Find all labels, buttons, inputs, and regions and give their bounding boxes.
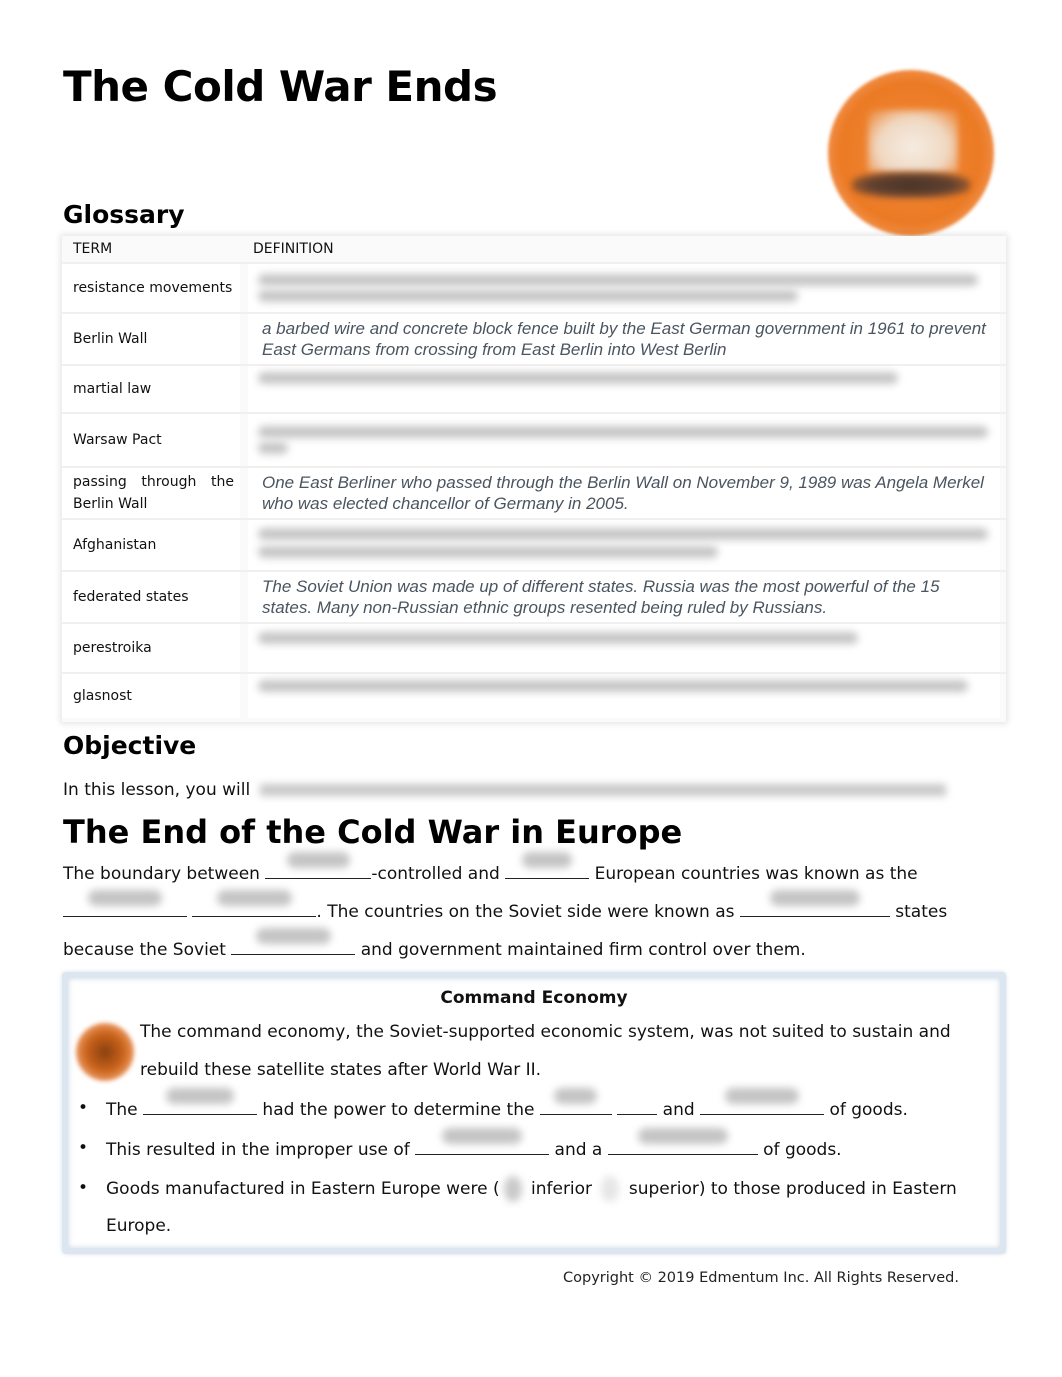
bullet-item-continuation: Europe. [106, 1216, 172, 1236]
text: . The countries on the Soviet side were … [316, 902, 740, 922]
column-header-definition: DEFINITION [253, 241, 334, 257]
bullet-icon: • [78, 1178, 89, 1198]
glossary-definition: The Soviet Union was made up of differen… [248, 572, 1000, 622]
glossary-header-row: TERM DEFINITION [62, 236, 1006, 260]
bullet-icon: • [78, 1138, 89, 1158]
glossary-row: martial law [62, 364, 1006, 412]
text: superior) to those produced in Eastern [623, 1179, 957, 1199]
glossary-row: Afghanistan [62, 518, 1006, 570]
bullet-icon: • [78, 1098, 89, 1118]
glossary-definition-obscured [248, 624, 1000, 672]
ship-logo-icon [828, 70, 994, 236]
text: and [657, 1100, 701, 1120]
glossary-definition: One East Berliner who passed through the… [248, 468, 1000, 518]
command-economy-box: Command Economy The command economy, the… [62, 972, 1006, 1254]
answer-blank[interactable] [607, 1128, 758, 1155]
answer-blank[interactable] [231, 928, 356, 955]
answer-blank[interactable] [505, 852, 590, 879]
bullet-item: This resulted in the improper use of and… [106, 1128, 842, 1160]
glossary-term: martial law [62, 366, 240, 412]
glossary-row: passing through the Berlin Wall One East… [62, 466, 1006, 518]
glossary-definition-obscured [248, 414, 1000, 466]
glossary-table: TERM DEFINITION resistance movements Ber… [62, 236, 1006, 722]
glossary-definition-obscured [248, 264, 1000, 312]
answer-blank[interactable] [617, 1098, 658, 1115]
glossary-heading: Glossary [63, 200, 185, 229]
glossary-term: glasnost [62, 674, 240, 718]
logo-hull [852, 172, 970, 198]
column-header-term: TERM [73, 241, 113, 257]
glossary-row: resistance movements [62, 262, 1006, 312]
text: inferior [525, 1179, 598, 1199]
glossary-definition-obscured [248, 520, 1000, 570]
text: of goods. [757, 1140, 842, 1160]
glossary-row: Warsaw Pact [62, 412, 1006, 466]
text: This resulted in the improper use of [106, 1140, 416, 1160]
answer-blank[interactable] [63, 890, 187, 917]
text: The boundary between [63, 864, 266, 884]
text: of goods. [824, 1100, 908, 1120]
text: European countries was known as the [589, 864, 918, 884]
text: and a [549, 1140, 608, 1160]
glossary-term: resistance movements [62, 264, 240, 312]
text: -controlled and [371, 864, 506, 884]
glossary-definition: a barbed wire and concrete block fence b… [248, 314, 1000, 364]
fill-in-paragraph-line-3: because the Soviet and government mainta… [63, 928, 806, 960]
command-economy-intro: The command economy, the Soviet-supporte… [140, 1022, 951, 1042]
bullet-item: Goods manufactured in Eastern Europe wer… [106, 1178, 957, 1200]
logo-sail [868, 110, 958, 172]
answer-blank[interactable] [265, 852, 372, 879]
answer-blank[interactable] [739, 890, 890, 917]
bullet-item: The had the power to determine the and o… [106, 1088, 908, 1120]
text: states [889, 902, 948, 922]
glossary-term: passing through the Berlin Wall [62, 468, 240, 518]
text: The [106, 1100, 144, 1120]
glossary-term: Berlin Wall [62, 314, 240, 364]
text: had the power to determine the [257, 1100, 540, 1120]
answer-blank[interactable] [192, 890, 317, 917]
copyright-footer: Copyright © 2019 Edmentum Inc. All Right… [563, 1270, 959, 1286]
section-title: The End of the Cold War in Europe [63, 813, 683, 851]
objective-text: In this lesson, you will [63, 780, 251, 800]
glossary-row: glasnost [62, 672, 1006, 718]
answer-blank[interactable] [415, 1128, 550, 1155]
command-economy-title: Command Economy [440, 988, 628, 1008]
fill-in-paragraph-line-2: . The countries on the Soviet side were … [63, 890, 948, 922]
choice-radio-inferior[interactable] [500, 1178, 526, 1200]
objective-heading: Objective [63, 731, 197, 760]
answer-blank[interactable] [539, 1088, 612, 1115]
text: and government maintained firm control o… [355, 940, 806, 960]
glossary-term: federated states [62, 572, 240, 622]
glossary-term: Afghanistan [62, 520, 240, 570]
glossary-term: Warsaw Pact [62, 414, 240, 466]
text: Goods manufactured in Eastern Europe wer… [106, 1179, 500, 1199]
glossary-definition-obscured [248, 366, 1000, 412]
text: because the Soviet [63, 940, 232, 960]
glossary-term: perestroika [62, 624, 240, 672]
glossary-row: perestroika [62, 622, 1006, 672]
answer-blank[interactable] [143, 1088, 258, 1115]
choice-radio-superior[interactable] [597, 1178, 623, 1200]
glossary-row: federated states The Soviet Union was ma… [62, 570, 1006, 622]
answer-blank[interactable] [700, 1088, 825, 1115]
command-economy-intro: rebuild these satellite states after Wor… [140, 1060, 542, 1080]
glossary-definition-obscured [248, 674, 1000, 718]
glossary-row: Berlin Wall a barbed wire and concrete b… [62, 312, 1006, 364]
objective-obscured-text [260, 784, 946, 796]
page-title: The Cold War Ends [63, 62, 498, 111]
info-bubble-icon [76, 1023, 134, 1081]
fill-in-paragraph-line-1: The boundary between -controlled and Eur… [63, 852, 918, 884]
